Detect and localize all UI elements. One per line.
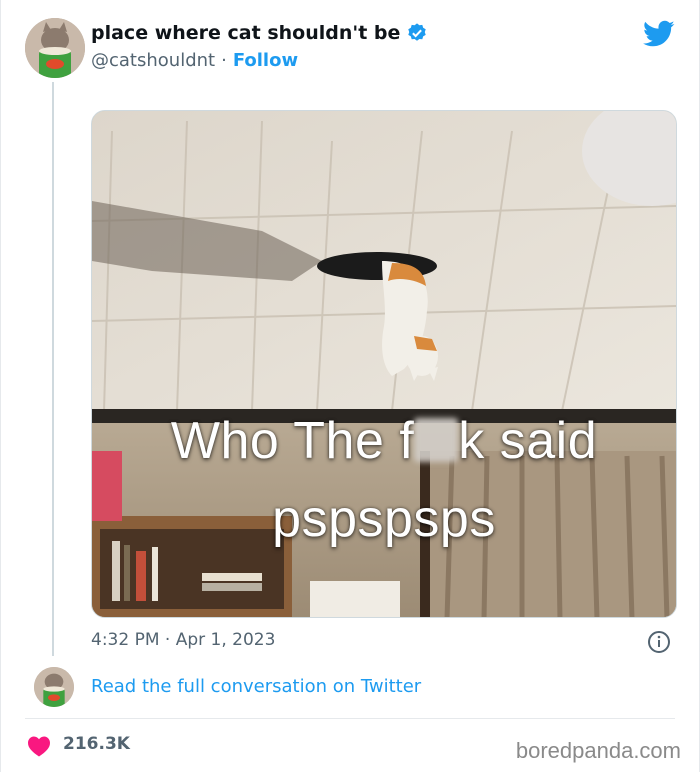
display-name[interactable]: place where cat shouldn't be — [91, 22, 400, 44]
verified-badge-icon — [408, 23, 427, 41]
info-icon[interactable] — [647, 630, 671, 654]
handle-row: @catshouldnt · Follow — [91, 50, 298, 71]
divider — [25, 718, 675, 719]
follow-link[interactable]: Follow — [233, 50, 298, 71]
tweet-card: place where cat shouldn't be @catshouldn… — [0, 0, 700, 772]
like-count[interactable]: 216.3K — [63, 734, 130, 754]
image-caption-line-2: pspspsps — [272, 490, 496, 548]
twitter-bird-icon[interactable] — [643, 20, 675, 48]
separator-dot: · — [221, 50, 227, 71]
image-caption-part-b: k said — [458, 412, 598, 470]
tweet-image[interactable]: Who The f k said pspspsps — [91, 110, 677, 618]
handle[interactable]: @catshouldnt — [91, 50, 215, 71]
boredpanda-watermark: boredpanda.com — [515, 738, 681, 763]
image-caption-line-1: Who The f k said — [92, 411, 676, 471]
heart-icon[interactable] — [27, 735, 51, 757]
image-caption-part-a: Who The f — [170, 412, 415, 470]
author-avatar[interactable] — [25, 18, 85, 78]
tweet-timestamp[interactable]: 4:32 PM · Apr 1, 2023 — [91, 630, 275, 650]
author-name-row[interactable]: place where cat shouldn't be — [91, 22, 428, 44]
conversation-avatar[interactable] — [34, 667, 74, 707]
thread-line — [52, 82, 54, 656]
read-conversation-link[interactable]: Read the full conversation on Twitter — [91, 676, 421, 697]
censor-blur — [414, 418, 459, 462]
